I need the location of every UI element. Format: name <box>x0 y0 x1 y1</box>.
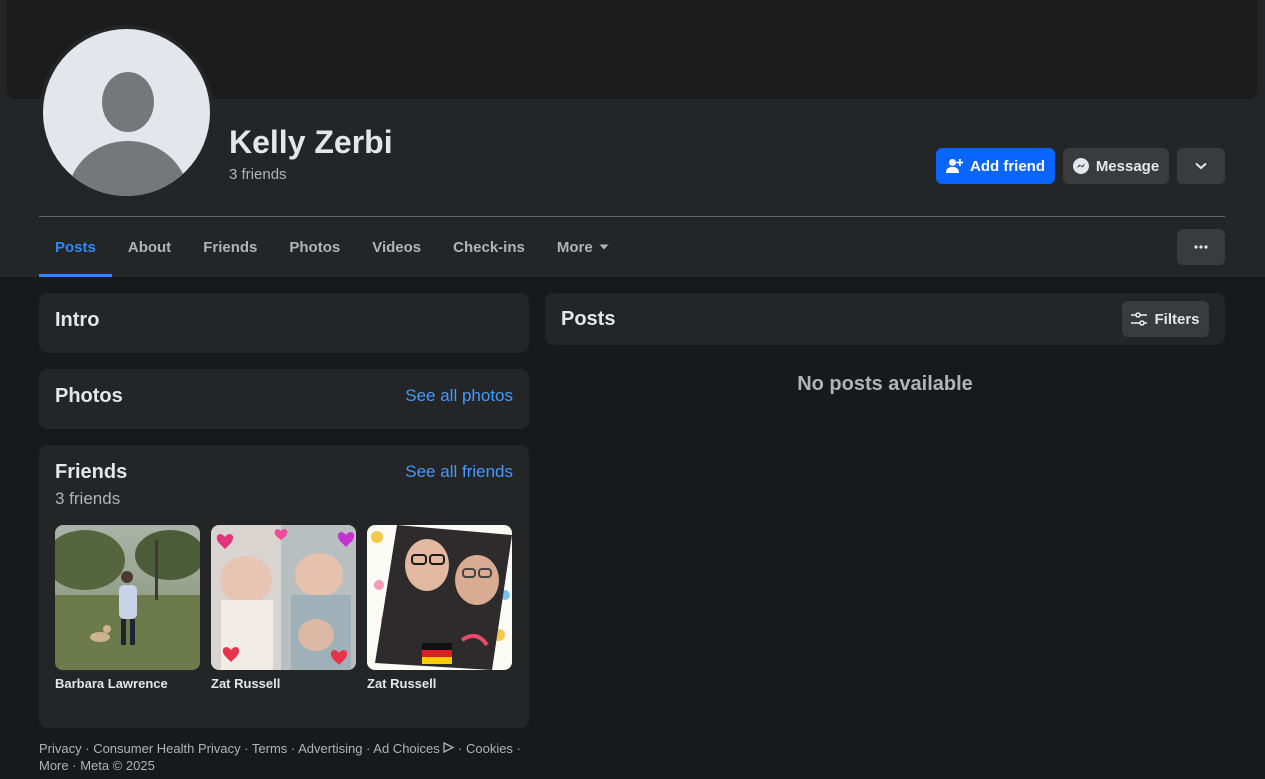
footer-link-terms[interactable]: Terms <box>252 741 287 756</box>
footer-link-advertising[interactable]: Advertising <box>298 741 362 756</box>
see-all-friends-link[interactable]: See all friends <box>405 462 513 482</box>
profile-friend-count[interactable]: 3 friends <box>229 166 287 183</box>
chevron-down-icon <box>1195 162 1207 170</box>
add-person-icon <box>946 159 963 173</box>
footer-link-cookies[interactable]: Cookies <box>466 741 513 756</box>
ad-choices-icon <box>443 741 455 754</box>
filters-label: Filters <box>1154 310 1200 328</box>
no-posts-message: No posts available <box>797 373 973 395</box>
more-dots-icon <box>1194 245 1208 249</box>
footer-links: Privacy · Consumer Health Privacy · Term… <box>39 741 521 773</box>
profile-avatar[interactable] <box>39 25 214 200</box>
tab-about[interactable]: About <box>112 217 187 277</box>
tab-more[interactable]: More <box>541 217 625 277</box>
tab-friends[interactable]: Friends <box>187 217 273 277</box>
friend-name[interactable]: Zat Russell <box>211 676 356 691</box>
filters-button[interactable]: Filters <box>1122 301 1209 337</box>
add-friend-label: Add friend <box>970 157 1045 175</box>
tab-check-ins[interactable]: Check-ins <box>437 217 541 277</box>
message-button[interactable]: Message <box>1063 148 1169 184</box>
friend-photo[interactable] <box>211 525 356 670</box>
see-all-photos-link[interactable]: See all photos <box>405 386 513 406</box>
friends-title: Friends <box>55 461 128 483</box>
add-friend-button[interactable]: Add friend <box>936 148 1055 184</box>
friends-count: 3 friends <box>55 489 121 508</box>
messenger-icon <box>1072 158 1089 174</box>
default-avatar-icon <box>43 29 210 196</box>
friend-name[interactable]: Barbara Lawrence <box>55 676 200 691</box>
friends-card: Friends See all friends 3 friends Barbar… <box>39 445 529 728</box>
message-label: Message <box>1095 157 1160 175</box>
photos-card: Photos See all photos <box>39 369 529 429</box>
tab-photos[interactable]: Photos <box>273 217 356 277</box>
caret-down-icon <box>599 244 609 250</box>
filter-sliders-icon <box>1131 312 1148 326</box>
tab-videos[interactable]: Videos <box>356 217 437 277</box>
friend-photo[interactable] <box>55 525 200 670</box>
tab-options-button[interactable] <box>1177 229 1225 265</box>
posts-title: Posts <box>561 308 616 330</box>
friend-name[interactable]: Zat Russell <box>367 676 512 691</box>
intro-title: Intro <box>55 309 100 331</box>
more-actions-button[interactable] <box>1177 148 1225 184</box>
friend-tile[interactable]: Zat Russell <box>367 525 512 691</box>
footer-copyright: Meta © 2025 <box>80 758 155 773</box>
tab-posts[interactable]: Posts <box>39 217 112 277</box>
profile-tabs: Posts About Friends Photos Videos Check-… <box>39 217 625 277</box>
friend-tile[interactable]: Zat Russell <box>211 525 356 691</box>
footer-link-ad-choices[interactable]: Ad Choices <box>373 741 455 756</box>
profile-name: Kelly Zerbi <box>229 124 393 160</box>
friend-photo[interactable] <box>367 525 512 670</box>
footer-link-more[interactable]: More <box>39 758 69 773</box>
footer-link-privacy[interactable]: Privacy <box>39 741 82 756</box>
photos-title: Photos <box>55 385 123 407</box>
friend-tile[interactable]: Barbara Lawrence <box>55 525 200 691</box>
intro-card: Intro <box>39 293 529 353</box>
footer-link-consumer-health-privacy[interactable]: Consumer Health Privacy <box>93 741 240 756</box>
